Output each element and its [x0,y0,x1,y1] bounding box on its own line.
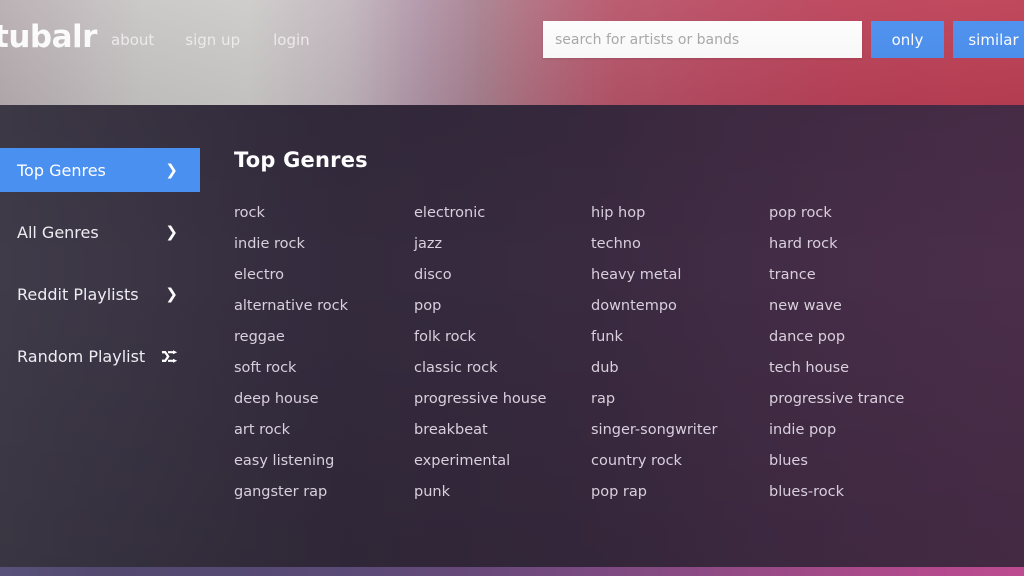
genre-link[interactable]: blues [769,446,969,477]
sidebar-item-top-genres[interactable]: Top Genres ❯ [0,148,200,192]
genre-link[interactable]: indie rock [234,229,414,260]
sidebar-item-label: All Genres [17,222,99,242]
sidebar-item-random-playlist[interactable]: Random Playlist [0,334,200,378]
genre-link[interactable]: dance pop [769,322,969,353]
genre-link[interactable]: indie pop [769,415,969,446]
genre-link[interactable]: reggae [234,322,414,353]
genre-link[interactable]: deep house [234,384,414,415]
genre-link[interactable]: rock [234,198,414,229]
site-header: tubalr about sign up login only similar [0,0,1024,105]
genre-link[interactable]: breakbeat [414,415,591,446]
genre-link[interactable]: pop rock [769,198,969,229]
footer-accent-strip [0,567,1024,576]
shuffle-icon [162,349,178,363]
site-logo[interactable]: tubalr [0,22,97,53]
search-input[interactable] [543,21,862,58]
genre-link[interactable]: disco [414,260,591,291]
sidebar: Top Genres ❯ All Genres ❯ Reddit Playlis… [0,105,200,567]
primary-nav: about sign up login [111,31,310,49]
page-content: Top Genres ❯ All Genres ❯ Reddit Playlis… [0,105,1024,567]
genre-link[interactable]: progressive house [414,384,591,415]
genre-link[interactable]: punk [414,477,591,508]
chevron-right-icon: ❯ [165,284,178,303]
similar-button[interactable]: similar [953,21,1024,58]
main-panel: Top Genres rock electronic hip hop pop rock… [234,105,1024,567]
genre-link[interactable]: hard rock [769,229,969,260]
genre-link[interactable]: experimental [414,446,591,477]
genre-link[interactable]: techno [591,229,769,260]
sidebar-item-label: Top Genres [17,160,106,180]
genre-link[interactable]: folk rock [414,322,591,353]
genre-link[interactable]: electro [234,260,414,291]
genre-link[interactable]: pop [414,291,591,322]
genre-link[interactable]: funk [591,322,769,353]
sidebar-item-reddit-playlists[interactable]: Reddit Playlists ❯ [0,272,200,316]
genre-link[interactable]: classic rock [414,353,591,384]
genre-link[interactable]: blues-rock [769,477,969,508]
nav-link-sign-up[interactable]: sign up [185,31,240,49]
nav-link-about[interactable]: about [111,31,154,49]
genre-link[interactable]: progressive trance [769,384,969,415]
genre-link[interactable]: dub [591,353,769,384]
genre-link[interactable]: gangster rap [234,477,414,508]
genre-link[interactable]: jazz [414,229,591,260]
sidebar-item-label: Reddit Playlists [17,284,139,304]
genre-link[interactable]: trance [769,260,969,291]
genre-link[interactable]: heavy metal [591,260,769,291]
genre-grid: rock electronic hip hop pop rock indie rock j… [234,198,994,508]
chevron-right-icon: ❯ [165,160,178,179]
chevron-right-icon: ❯ [165,222,178,241]
genre-link[interactable]: rap [591,384,769,415]
genre-link[interactable]: easy listening [234,446,414,477]
genre-link[interactable]: alternative rock [234,291,414,322]
genre-link[interactable]: pop rap [591,477,769,508]
genre-link[interactable]: tech house [769,353,969,384]
genre-link[interactable]: electronic [414,198,591,229]
only-button[interactable]: only [871,21,944,58]
genre-link[interactable]: art rock [234,415,414,446]
nav-link-login[interactable]: login [273,31,310,49]
page-title: Top Genres [234,148,368,172]
genre-link[interactable]: new wave [769,291,969,322]
sidebar-item-label: Random Playlist [17,346,146,366]
genre-link[interactable]: hip hop [591,198,769,229]
genre-link[interactable]: singer-songwriter [591,415,769,446]
genre-link[interactable]: soft rock [234,353,414,384]
genre-link[interactable]: downtempo [591,291,769,322]
genre-link[interactable]: country rock [591,446,769,477]
sidebar-item-all-genres[interactable]: All Genres ❯ [0,210,200,254]
